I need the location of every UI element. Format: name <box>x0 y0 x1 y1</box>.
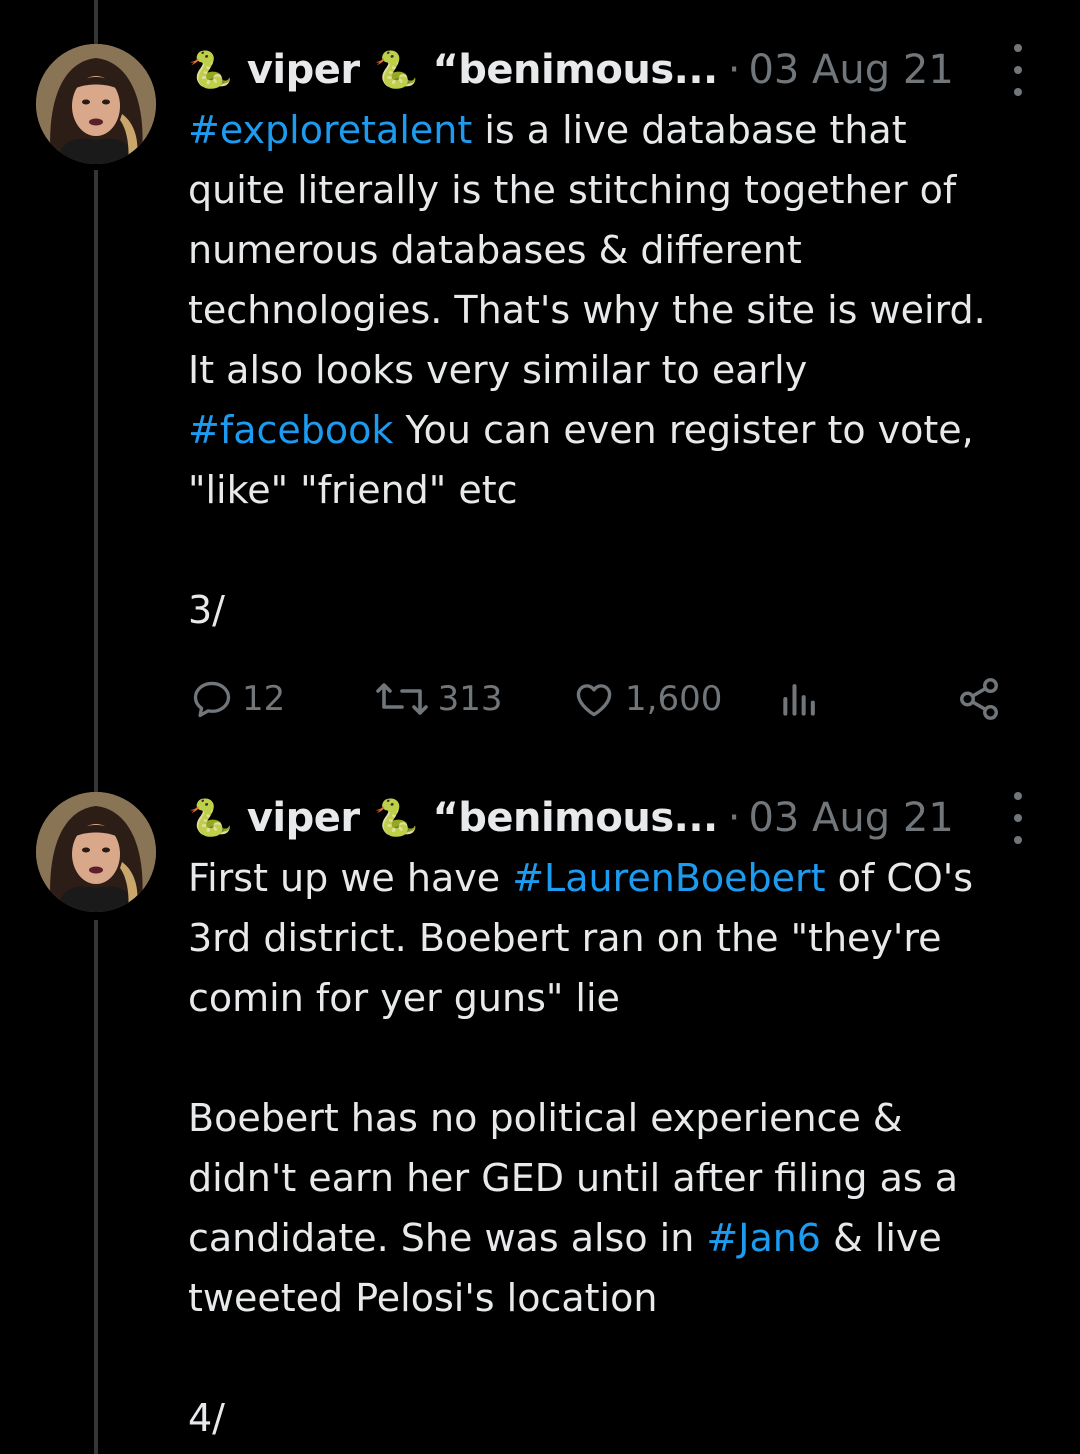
more-options-icon[interactable] <box>1006 792 1030 844</box>
tweet-text-line: #exploretalent is a live database that <box>188 100 1048 160</box>
reply-icon <box>193 681 231 718</box>
tweet-text-line: comin for yer guns" lie <box>188 968 1048 1028</box>
thread-line-middle <box>94 170 98 794</box>
tweet-body: #exploretalent is a live database that qu… <box>188 100 1048 640</box>
tweet-text: numerous databases & different <box>188 228 802 272</box>
tweet-text: You can even register to vote, <box>393 408 974 452</box>
tweet-header: 🐍 viper 🐍 “benimous... · 03 Aug 21 <box>188 38 1030 102</box>
tweet-body: First up we have #LaurenBoebert of CO's 3… <box>188 848 1048 1448</box>
author-name[interactable]: viper <box>247 47 360 93</box>
snake-emoji: 🐍 <box>188 50 233 91</box>
separator-dot: · <box>727 47 741 93</box>
tweet-text-line: candidate. She was also in #Jan6 & live <box>188 1208 1048 1268</box>
reply-button[interactable]: 12 <box>190 677 374 721</box>
tweet-text-line: Boebert has no political experience & <box>188 1088 1048 1148</box>
avatar[interactable] <box>36 44 156 164</box>
tweet-text: Boebert has no political experience & <box>188 1096 903 1140</box>
hashtag-link[interactable]: #LaurenBoebert <box>512 856 825 900</box>
thread-line-top <box>94 0 98 44</box>
hashtag-link[interactable]: #Jan6 <box>706 1216 821 1260</box>
tweet-text-line: tweeted Pelosi's location <box>188 1268 1048 1328</box>
tweet-text: didn't earn her GED until after filing a… <box>188 1156 959 1200</box>
tweet-text-line: 3/ <box>188 580 1048 640</box>
tweet-text: 4/ <box>188 1396 225 1440</box>
tweet-text: First up we have <box>188 856 513 900</box>
thread-line-bottom <box>94 920 98 1454</box>
tweet-text-line: "like" "friend" etc <box>188 460 1048 520</box>
tweet-date[interactable]: 03 Aug 21 <box>748 795 953 841</box>
avatar[interactable] <box>36 792 156 912</box>
tweet-text: candidate. She was also in <box>188 1216 707 1260</box>
snake-emoji: 🐍 <box>373 50 419 91</box>
tweet-text: 3rd district. Boebert ran on the "they'r… <box>188 916 942 960</box>
tweet-text-line: #facebook You can even register to vote, <box>188 400 1048 460</box>
heart-icon <box>576 684 612 717</box>
tweet-text-line <box>188 520 1048 580</box>
author-handle[interactable]: “benimous... <box>432 47 718 93</box>
tweet-text-line: It also looks very similar to early <box>188 340 1048 400</box>
tweet-text: 3/ <box>188 588 225 632</box>
hashtag-link[interactable]: #facebook <box>188 408 393 452</box>
tweet-actions: 12 313 1,600 <box>190 674 1010 724</box>
retweet-icon <box>375 683 428 715</box>
tweet-date[interactable]: 03 Aug 21 <box>748 47 953 93</box>
tweet-text-line: technologies. That's why the site is wei… <box>188 280 1048 340</box>
tweet-text: of CO's <box>825 856 974 900</box>
analytics-icon <box>783 684 816 716</box>
share-icon <box>960 678 998 720</box>
tweet-text-line <box>188 1328 1048 1388</box>
thread-view: 🐍 viper 🐍 “benimous... · 03 Aug 21 #expl… <box>0 0 1080 1454</box>
snake-emoji: 🐍 <box>188 798 233 839</box>
tweet-text: & live <box>820 1216 942 1260</box>
author-handle[interactable]: “benimous... <box>432 795 718 841</box>
tweet-text-line: quite literally is the stitching togethe… <box>188 160 1048 220</box>
tweet-text-line <box>188 1028 1048 1088</box>
retweet-button[interactable]: 313 <box>374 677 571 721</box>
tweet-text-line: 3rd district. Boebert ran on the "they'r… <box>188 908 1048 968</box>
tweet-text-line: 4/ <box>188 1388 1048 1448</box>
hashtag-link[interactable]: #exploretalent <box>188 108 472 152</box>
tweet-text: comin for yer guns" lie <box>188 976 620 1020</box>
tweet-header: 🐍 viper 🐍 “benimous... · 03 Aug 21 <box>188 786 1030 850</box>
like-button[interactable]: 1,600 <box>571 677 778 721</box>
tweet-text: tweeted Pelosi's location <box>188 1276 658 1320</box>
author-name[interactable]: viper <box>247 795 360 841</box>
like-count: 1,600 <box>625 679 723 719</box>
tweet-text: technologies. That's why the site is wei… <box>188 288 986 332</box>
tweet-text-line: didn't earn her GED until after filing a… <box>188 1148 1048 1208</box>
tweet-text: "like" "friend" etc <box>188 468 518 512</box>
snake-emoji: 🐍 <box>373 798 419 839</box>
share-button[interactable] <box>956 676 1010 722</box>
tweet-text-line: First up we have #LaurenBoebert of CO's <box>188 848 1048 908</box>
tweet-text-line: numerous databases & different <box>188 220 1048 280</box>
separator-dot: · <box>727 795 741 841</box>
more-options-icon[interactable] <box>1006 44 1030 96</box>
tweet-text: is a live database that <box>472 108 907 152</box>
reply-count: 12 <box>242 679 286 719</box>
views-button[interactable] <box>778 677 956 721</box>
retweet-count: 313 <box>437 679 503 719</box>
tweet-text: It also looks very similar to early <box>188 348 808 392</box>
tweet-text: quite literally is the stitching togethe… <box>188 168 957 212</box>
